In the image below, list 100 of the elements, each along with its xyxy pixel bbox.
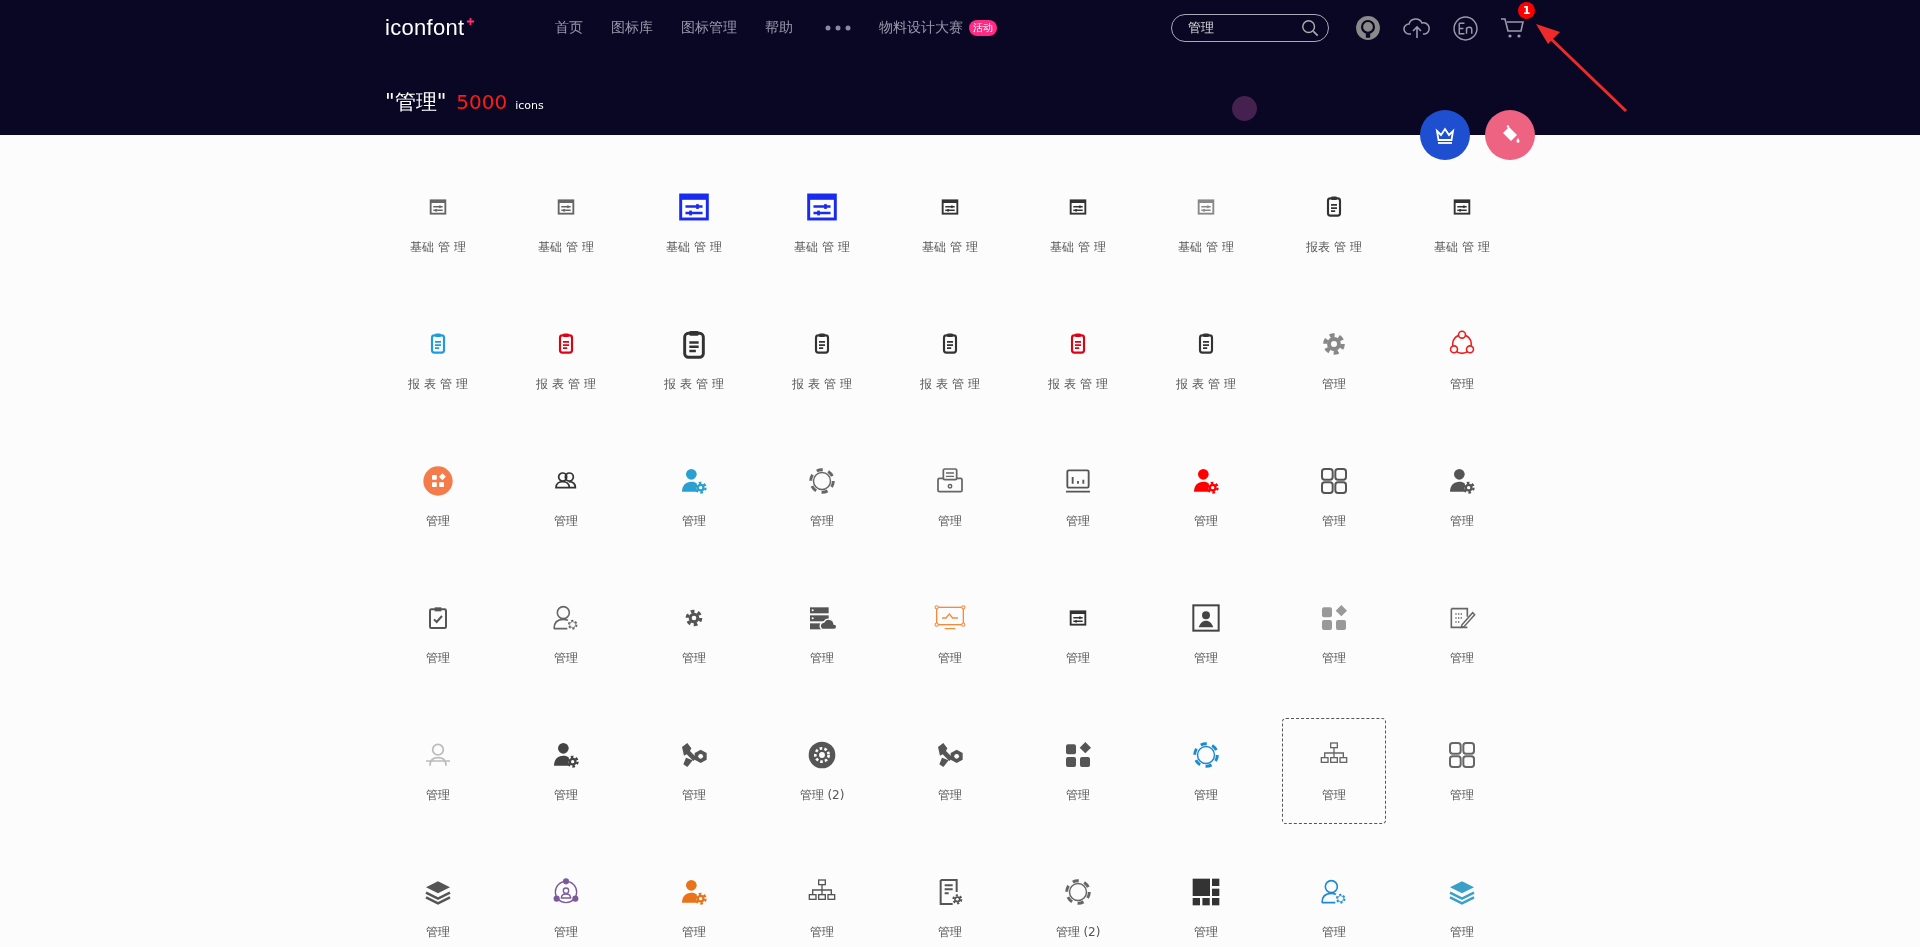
icon-card[interactable]: 管理 (2): [770, 718, 874, 824]
icon-card[interactable]: 管理: [514, 581, 618, 687]
icon-card[interactable]: 报 表 管 理: [642, 307, 746, 413]
nav-link[interactable]: 图标库: [611, 19, 653, 37]
icon-card[interactable]: 基础 管 理: [386, 170, 490, 276]
icon-card[interactable]: 管理: [514, 718, 618, 824]
search-field[interactable]: 管理: [1171, 14, 1329, 42]
icon-label: 管理: [682, 924, 706, 941]
icon-card[interactable]: 管理: [898, 581, 1002, 687]
icon-card[interactable]: 管理: [1282, 444, 1386, 550]
result-count: 5000: [456, 90, 508, 114]
icon-card[interactable]: 管理: [1410, 444, 1514, 550]
icon-card[interactable]: 管理: [1410, 581, 1514, 687]
cursor-dot: [1232, 96, 1257, 121]
icon-card[interactable]: 管理: [514, 444, 618, 550]
icon-card[interactable]: 基础 管 理: [642, 170, 746, 276]
nav-link[interactable]: 首页: [555, 19, 583, 37]
paint-bucket-button[interactable]: [1485, 110, 1535, 160]
icon-label: 基础 管 理: [410, 239, 466, 256]
icon-card[interactable]: 基础 管 理: [1026, 170, 1130, 276]
icon-label: 管理: [682, 513, 706, 530]
icon-card[interactable]: 管理: [1026, 444, 1130, 550]
icon-card[interactable]: 管理: [1282, 581, 1386, 687]
icon-card[interactable]: 报 表 管 理: [1154, 307, 1258, 413]
icon-label: 基础 管 理: [666, 239, 722, 256]
icon-label: 报 表 管 理: [536, 376, 596, 393]
cart-icon[interactable]: [1500, 16, 1526, 40]
icon-card[interactable]: 管理: [514, 855, 618, 947]
icon-card[interactable]: 管理: [1154, 444, 1258, 550]
icon-card[interactable]: 管理: [386, 855, 490, 947]
logo[interactable]: iconfont: [385, 15, 465, 41]
icon-label: 管理: [1066, 650, 1090, 667]
icon-label: 管理: [1322, 924, 1346, 941]
icon-card[interactable]: 管理: [642, 444, 746, 550]
icon-label: 报 表 管 理: [920, 376, 980, 393]
event-badge: 活动: [969, 20, 997, 36]
icon-label: 管理: [554, 650, 578, 667]
icon-label: 管理: [1322, 513, 1346, 530]
icon-label: 管理: [1450, 787, 1474, 804]
icon-card[interactable]: 基础 管 理: [1410, 170, 1514, 276]
icon-card[interactable]: 管理: [1026, 581, 1130, 687]
icon-card[interactable]: 管理: [1154, 718, 1258, 824]
icon-card[interactable]: 管理: [898, 855, 1002, 947]
icon-label: 基础 管 理: [922, 239, 978, 256]
icon-card[interactable]: 基础 管 理: [770, 170, 874, 276]
icon-card[interactable]: 管理: [386, 581, 490, 687]
icon-card[interactable]: 管理: [1282, 307, 1386, 413]
icon-card[interactable]: 管理: [642, 855, 746, 947]
icon-card[interactable]: 管理: [770, 581, 874, 687]
icon-label: 管理: [1066, 787, 1090, 804]
icon-label: 管理: [554, 787, 578, 804]
icon-card[interactable]: 管理: [642, 718, 746, 824]
icon-card[interactable]: 基础 管 理: [1154, 170, 1258, 276]
icon-label: 报 表 管 理: [664, 376, 724, 393]
icon-card[interactable]: 报 表 管 理: [386, 307, 490, 413]
icon-card[interactable]: 管理: [1154, 581, 1258, 687]
language-icon[interactable]: [1453, 15, 1478, 41]
icon-card[interactable]: 管理: [1282, 855, 1386, 947]
icon-card[interactable]: 报 表 管 理: [770, 307, 874, 413]
icon-label: 管理 (2): [1055, 924, 1101, 941]
icon-label: 管理: [1194, 787, 1218, 804]
icon-card[interactable]: 基础 管 理: [898, 170, 1002, 276]
result-unit: icons: [515, 99, 544, 112]
upload-icon[interactable]: [1403, 16, 1431, 40]
icon-label: 报 表 管 理: [1176, 376, 1236, 393]
icon-card[interactable]: 管理: [1282, 718, 1386, 824]
icon-label: 管理: [938, 513, 962, 530]
icon-card[interactable]: 报表 管 理: [1282, 170, 1386, 276]
crown-button[interactable]: [1420, 110, 1470, 160]
icon-card[interactable]: 管理: [642, 581, 746, 687]
nav-link[interactable]: 图标管理: [681, 19, 737, 37]
icon-card[interactable]: 管理: [1410, 718, 1514, 824]
icon-card[interactable]: 管理 (2): [1026, 855, 1130, 947]
icon-card[interactable]: 管理: [386, 444, 490, 550]
icon-card[interactable]: 管理: [770, 855, 874, 947]
icon-card[interactable]: 管理: [898, 444, 1002, 550]
icon-card[interactable]: 管理: [770, 444, 874, 550]
icon-label: 管理: [938, 787, 962, 804]
icon-card[interactable]: 管理: [1154, 855, 1258, 947]
icon-label: 管理: [1450, 376, 1474, 393]
user-avatar-icon[interactable]: [1355, 15, 1381, 41]
icon-label: 管理: [1194, 650, 1218, 667]
icon-card[interactable]: 报 表 管 理: [1026, 307, 1130, 413]
icon-label: 管理: [682, 650, 706, 667]
search-query: "管理": [385, 89, 447, 116]
nav-link[interactable]: 物料设计大赛: [879, 19, 963, 37]
icon-card[interactable]: 管理: [1026, 718, 1130, 824]
icon-card[interactable]: 管理: [386, 718, 490, 824]
search-icon[interactable]: [1301, 19, 1319, 37]
icon-card[interactable]: 管理: [898, 718, 1002, 824]
cart-count-badge: 1: [1518, 2, 1535, 19]
icon-label: 管理: [682, 787, 706, 804]
icon-label: 基础 管 理: [794, 239, 850, 256]
more-icon[interactable]: [825, 25, 851, 31]
icon-card[interactable]: 管理: [1410, 855, 1514, 947]
icon-card[interactable]: 报 表 管 理: [898, 307, 1002, 413]
icon-card[interactable]: 基础 管 理: [514, 170, 618, 276]
icon-card[interactable]: 报 表 管 理: [514, 307, 618, 413]
icon-card[interactable]: 管理: [1410, 307, 1514, 413]
nav-link[interactable]: 帮助: [765, 19, 793, 37]
